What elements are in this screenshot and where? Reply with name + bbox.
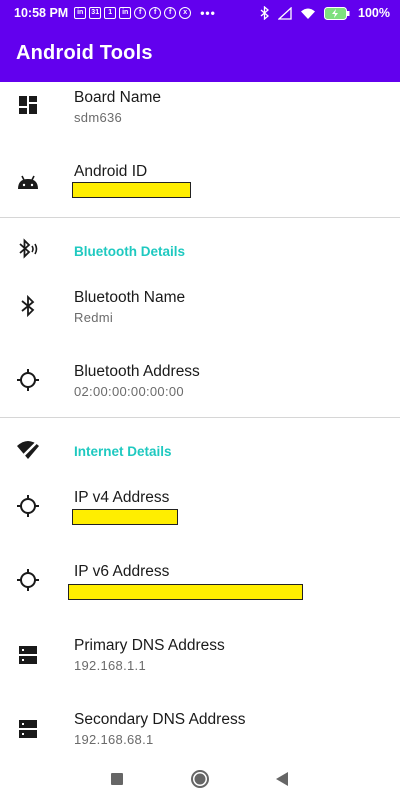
facebook-icon: f bbox=[134, 7, 147, 19]
crosshair-icon bbox=[17, 369, 39, 391]
list-item-ipv6: IP v6 Address bbox=[0, 556, 400, 626]
crosshair-icon bbox=[17, 569, 39, 591]
app-bar: Android Tools bbox=[0, 26, 400, 82]
list-item-android-id: Android ID bbox=[0, 156, 400, 226]
item-value: 192.168.68.1 bbox=[74, 732, 154, 747]
battery-icon bbox=[324, 6, 350, 20]
bluetooth-status-icon bbox=[260, 6, 270, 20]
android-icon bbox=[18, 175, 38, 189]
list-item-secondary-dns: Secondary DNS Address 192.168.68.1 bbox=[0, 704, 400, 758]
facebook-icon: f bbox=[149, 7, 162, 19]
wifi-icon bbox=[301, 8, 316, 19]
linkedin-icon: in bbox=[119, 7, 132, 19]
item-value: Redmi bbox=[74, 310, 114, 325]
list-item-ipv4: IP v4 Address bbox=[0, 482, 400, 552]
signal-icon bbox=[278, 6, 292, 20]
dashboard-icon bbox=[19, 96, 37, 114]
info-list[interactable]: Board Name sdm636 Android ID Bluetooth D… bbox=[0, 82, 400, 758]
notification-icons: in 31 1 in f f f x ••• bbox=[74, 6, 216, 20]
list-item-bluetooth-name: Bluetooth Name Redmi bbox=[0, 281, 400, 351]
xbox-icon: x bbox=[179, 7, 192, 19]
status-right: 100% bbox=[260, 0, 390, 26]
status-bar: 10:58 PM in 31 1 in f f f x ••• 100% bbox=[0, 0, 400, 26]
item-title: IP v6 Address bbox=[74, 563, 170, 580]
calendar-icon: 31 bbox=[89, 7, 102, 19]
item-title: Board Name bbox=[74, 89, 162, 106]
battery-percent: 100% bbox=[358, 6, 390, 20]
wifi-off-icon bbox=[17, 441, 39, 461]
item-title: IP v4 Address bbox=[74, 489, 170, 506]
item-title: Secondary DNS Address bbox=[74, 711, 246, 728]
status-time: 10:58 PM bbox=[14, 6, 69, 20]
calendar-icon: 1 bbox=[104, 7, 117, 19]
redacted-value bbox=[72, 182, 191, 198]
more-icon: ••• bbox=[200, 6, 216, 20]
divider bbox=[0, 417, 400, 418]
item-value: sdm636 bbox=[74, 110, 123, 125]
list-item-bluetooth-address: Bluetooth Address 02:00:00:00:00:00 bbox=[0, 355, 400, 425]
app-title: Android Tools bbox=[16, 42, 153, 64]
recents-button[interactable] bbox=[105, 767, 129, 791]
item-title: Bluetooth Address bbox=[74, 363, 200, 380]
item-title: Primary DNS Address bbox=[74, 637, 225, 654]
redacted-value bbox=[68, 584, 303, 600]
linkedin-icon: in bbox=[74, 7, 87, 19]
back-button[interactable] bbox=[270, 767, 294, 791]
home-button[interactable] bbox=[188, 767, 212, 791]
item-value: 192.168.1.1 bbox=[74, 658, 146, 673]
item-value: 02:00:00:00:00:00 bbox=[74, 384, 184, 399]
section-header-internet: Internet Details bbox=[0, 423, 400, 479]
redacted-value bbox=[72, 509, 178, 525]
section-header-bluetooth: Bluetooth Details bbox=[0, 223, 400, 279]
bluetooth-icon bbox=[21, 294, 35, 318]
section-title: Internet Details bbox=[74, 444, 172, 459]
list-item-primary-dns: Primary DNS Address 192.168.1.1 bbox=[0, 630, 400, 700]
system-nav-bar bbox=[0, 758, 400, 800]
crosshair-icon bbox=[17, 495, 39, 517]
item-title: Bluetooth Name bbox=[74, 289, 186, 306]
bluetooth-audio-icon bbox=[19, 238, 38, 259]
divider bbox=[0, 217, 400, 218]
item-title: Android ID bbox=[74, 163, 148, 180]
dns-icon bbox=[19, 720, 37, 738]
section-title: Bluetooth Details bbox=[74, 244, 186, 259]
list-item-board-name: Board Name sdm636 bbox=[0, 82, 400, 152]
facebook-icon: f bbox=[164, 7, 177, 19]
dns-icon bbox=[19, 646, 37, 664]
